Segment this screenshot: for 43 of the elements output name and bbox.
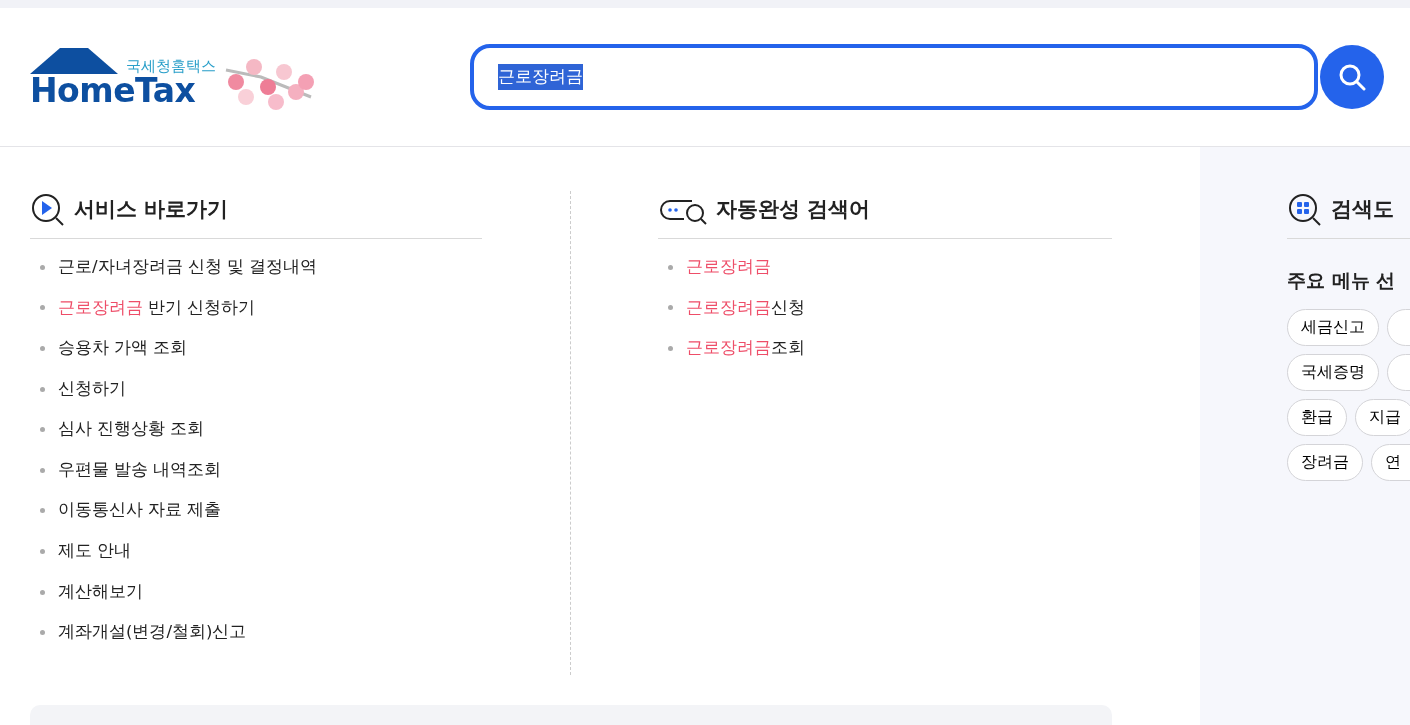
menu-link[interactable]: 계좌개설(변경/철회)신고	[58, 620, 247, 645]
bullet-icon	[40, 386, 45, 392]
logo-subtitle: 국세청홈택스	[126, 58, 216, 74]
menu-chip[interactable]: 세금신고	[1287, 308, 1379, 346]
roof-icon	[30, 47, 120, 74]
menu-chip[interactable]: 장려금	[1287, 443, 1363, 481]
bullet-icon	[40, 508, 45, 514]
grid-search-icon	[1287, 191, 1323, 228]
search-icon	[1338, 63, 1366, 91]
play-search-icon	[30, 191, 66, 228]
section-title: 서비스 바로가기	[74, 195, 229, 223]
bullet-icon	[668, 305, 673, 311]
menu-link[interactable]: 근로/자녀장려금 신청 및 결정내역	[58, 254, 318, 280]
bullet-icon	[40, 346, 45, 351]
menu-link[interactable]: 승용차 가액 조회	[58, 336, 188, 361]
menu-link[interactable]: 근로장려금	[686, 254, 771, 280]
section-title: 검색도	[1331, 195, 1394, 223]
bullet-icon	[40, 427, 45, 433]
menu-link[interactable]: 근로장려금신청	[686, 295, 805, 321]
bullet-icon	[40, 630, 45, 636]
logo-title: HomeTax	[30, 73, 196, 107]
menu-link[interactable]: 신청하기	[58, 376, 126, 402]
menu-link[interactable]: 우편물 발송 내역조회	[58, 457, 222, 483]
bullet-icon	[668, 264, 673, 270]
bullet-icon	[668, 346, 673, 351]
section-subtitle: 주요 메뉴 선	[1287, 268, 1397, 293]
menu-chip[interactable]: 지급	[1355, 398, 1410, 436]
menu-chip[interactable]: 국세증명	[1287, 353, 1379, 391]
bullet-icon	[40, 467, 45, 473]
search-field[interactable]: 근로장려금	[470, 44, 1318, 110]
menu-chip[interactable]: 연	[1371, 443, 1410, 481]
bullet-icon	[40, 305, 45, 311]
section-title: 자동완성 검색어	[716, 195, 871, 223]
menu-link[interactable]: 근로장려금조회	[686, 336, 805, 361]
bullet-icon	[40, 548, 45, 554]
menu-link[interactable]: 심사 진행상황 조회	[58, 417, 205, 443]
menu-link[interactable]: 이동통신사 자료 제출	[58, 498, 222, 524]
menu-link[interactable]: 계산해보기	[58, 579, 143, 605]
bullet-icon	[40, 589, 45, 595]
menu-link[interactable]: 근로장려금 반기 신청하기	[58, 295, 256, 321]
bullet-icon	[40, 264, 45, 270]
menu-link[interactable]: 제도 안내	[58, 539, 132, 564]
menu-chip[interactable]: 환급	[1287, 398, 1347, 436]
